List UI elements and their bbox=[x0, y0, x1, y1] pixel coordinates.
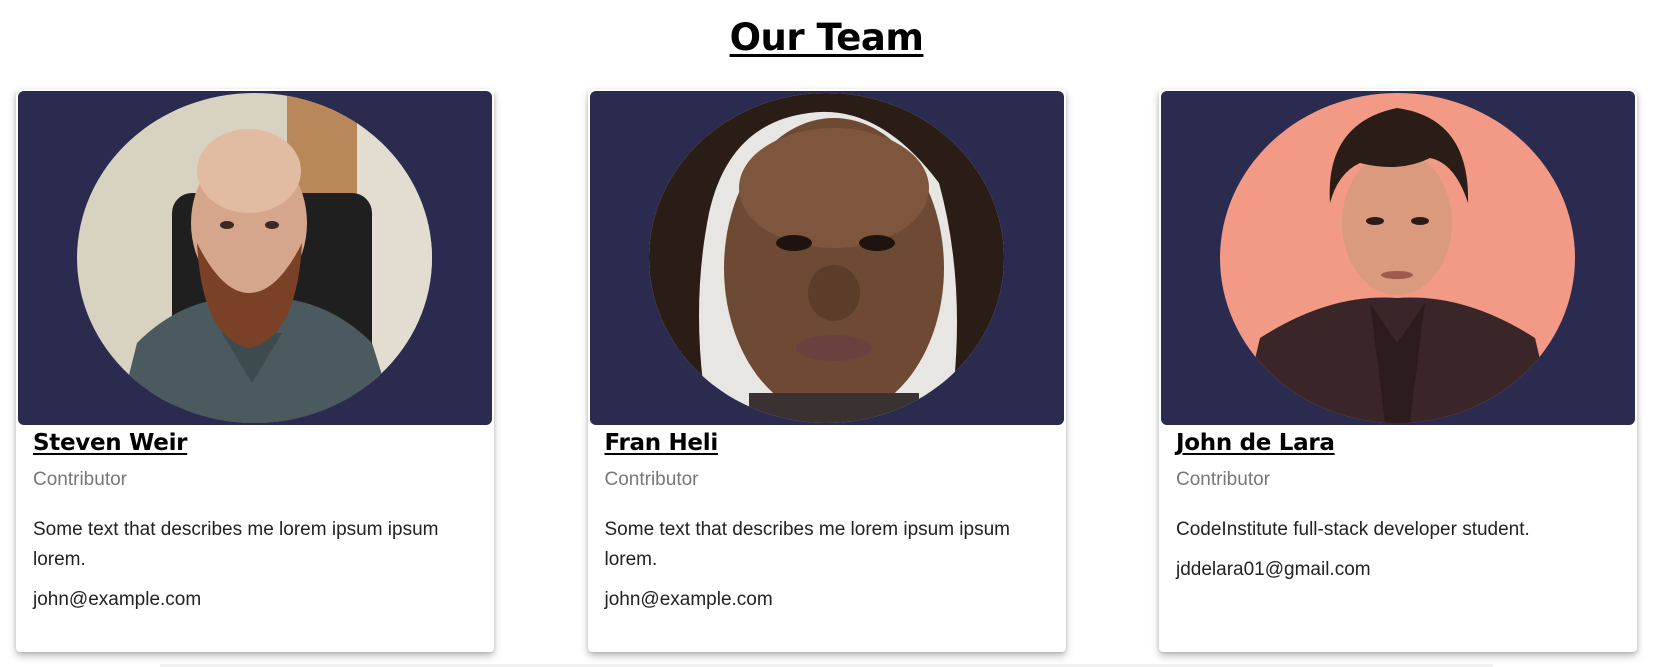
member-description: CodeInstitute full-stack developer stude… bbox=[1176, 519, 1530, 540]
avatar bbox=[1220, 93, 1575, 423]
member-name: Fran Heli bbox=[604, 430, 719, 456]
member-role: Contributor bbox=[604, 469, 699, 490]
team-card-steven: Steven Weir Contributor Some text that d… bbox=[16, 89, 494, 652]
card-body: Steven Weir Contributor Some text that d… bbox=[18, 425, 492, 612]
avatar-photo-john bbox=[1220, 93, 1575, 423]
avatar bbox=[77, 93, 432, 423]
member-email: jddelara01@gmail.com bbox=[1176, 559, 1371, 580]
member-description: Some text that describes me lorem ipsum … bbox=[604, 519, 1011, 570]
team-page: Our Team Steven Weir Contributor Some te… bbox=[0, 0, 1653, 667]
card-body: John de Lara Contributor CodeInstitute f… bbox=[1161, 425, 1635, 582]
avatar-photo-fran bbox=[648, 93, 1004, 423]
member-name: John de Lara bbox=[1176, 430, 1335, 456]
page-title: Our Team bbox=[729, 16, 924, 59]
member-description: Some text that describes me lorem ipsum … bbox=[33, 519, 439, 570]
member-role: Contributor bbox=[1176, 469, 1270, 490]
avatar-photo-steven bbox=[77, 93, 432, 423]
avatar bbox=[648, 93, 1004, 423]
team-cards: Steven Weir Contributor Some text that d… bbox=[16, 89, 1637, 652]
team-card-john: John de Lara Contributor CodeInstitute f… bbox=[1159, 89, 1637, 652]
member-email: john@example.com bbox=[33, 589, 202, 610]
team-card-fran: Fran Heli Contributor Some text that des… bbox=[587, 89, 1066, 652]
photo-area bbox=[1161, 91, 1635, 425]
card-body: Fran Heli Contributor Some text that des… bbox=[590, 425, 1064, 612]
photo-area bbox=[589, 91, 1064, 425]
member-role: Contributor bbox=[33, 469, 127, 490]
member-name: Steven Weir bbox=[33, 430, 188, 456]
member-email: john@example.com bbox=[604, 589, 773, 610]
photo-area bbox=[18, 91, 492, 425]
